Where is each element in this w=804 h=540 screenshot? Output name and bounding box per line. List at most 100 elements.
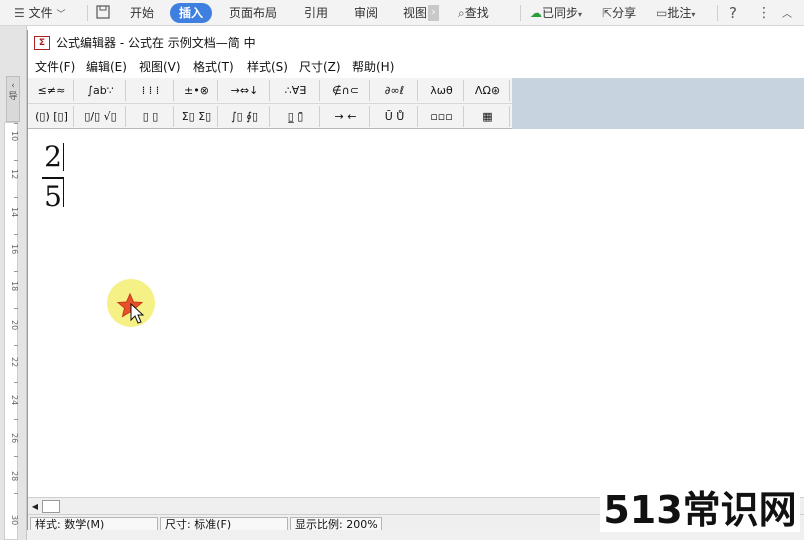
share-icon: ⇱ [602,6,613,20]
help-button[interactable]: ? [729,0,737,26]
ruler-label: 10 [10,131,19,142]
menu-file[interactable]: 文件(F) [35,57,75,77]
collapse-ribbon-button[interactable]: ︿ [782,0,792,26]
comment-icon: ▭ [656,6,668,20]
tab-view[interactable]: 视图 [403,0,427,26]
triangle-left-icon: ◀ [31,502,39,511]
embellishments-button[interactable]: ⁞ ⁞ ⁞ [128,80,174,101]
find-label: 查找 [464,6,489,20]
insertion-caret [63,179,64,207]
fraction-numerator[interactable]: 2 [42,141,64,173]
tab-references[interactable]: 引用 [304,0,328,26]
editor-title: 公式编辑器 - 公式在 示例文档—简 中 [56,36,256,50]
fraction-bar [42,177,64,179]
editor-title-bar: Σ 公式编辑器 - 公式在 示例文档—简 中 [28,30,804,56]
equation-editing-area[interactable]: 2 5 [28,129,804,497]
caret-down-icon: ▾ [578,10,583,19]
set-theory-symbols-button[interactable]: ∉∩⊂ [322,80,370,101]
more-icon: ⋮ [757,5,771,21]
share-label: 分享 [612,6,637,20]
navigation-tab-label: 导 [8,92,18,102]
summation-templates-button[interactable]: Σ▯ Σ▯ [176,106,218,127]
ruler-label: 14 [10,207,19,218]
menu-help[interactable]: 帮助(H) [352,57,394,77]
chevron-right-icon: › [431,7,436,18]
mouse-pointer-icon [130,303,145,324]
vertical-ruler: 10 12 14 16 18 20 22 24 26 28 30 [4,122,19,540]
fraction-radical-templates-button[interactable]: ▯/▯ √▯ [76,106,126,127]
status-style: 样式: 数学(M) [30,517,158,531]
menu-size[interactable]: 尺寸(Z) [299,57,341,77]
help-icon: ? [729,4,737,22]
collapse-icon: ︿ [782,9,792,20]
greek-lowercase-button[interactable]: λωθ [420,80,464,101]
ruler-mark [14,197,18,198]
ruler-mark [14,419,18,420]
ruler-label: 24 [10,395,19,406]
ruler-mark [14,234,18,235]
spacing-templates-button[interactable]: ▫▫▫ [420,106,464,127]
editor-toolbar-area: ≤≠≈ ∫ab∵ ⁞ ⁞ ⁞ ±•⊗ →⇔↓ ∴∀∃ ∉∩⊂ ∂∞ℓ λωθ Λ… [28,78,804,129]
find-button[interactable]: ⌕查找 [458,0,489,26]
misc-symbols-button[interactable]: ∂∞ℓ [372,80,418,101]
scrollbar-thumb[interactable] [42,500,60,513]
navigation-pane-tab[interactable]: ‹ 导 [6,76,20,122]
ruler-label: 16 [10,244,19,255]
menu-edit[interactable]: 编辑(E) [86,57,127,77]
status-zoom: 显示比例: 200% [290,517,382,531]
fraction-denominator[interactable]: 5 [42,181,64,213]
ribbon-scroll-right-button[interactable]: › [428,5,439,21]
sync-status-button[interactable]: ☁已同步▾ [530,0,582,26]
symbol-template-palette: ≤≠≈ ∫ab∵ ⁞ ⁞ ⁞ ±•⊗ →⇔↓ ∴∀∃ ∉∩⊂ ∂∞ℓ λωθ Λ… [28,78,512,129]
editor-logo-glyph: Σ [38,38,46,48]
ruler-mark [14,456,18,457]
chevron-down-icon: ﹀ [56,10,66,20]
status-size: 尺寸: 标准(F) [160,517,288,531]
comment-button[interactable]: ▭批注▾ [656,0,695,26]
relational-symbols-button[interactable]: ≤≠≈ [30,80,74,101]
file-menu-button[interactable]: ☰ 文件 ﹀ [14,0,65,26]
search-icon: ⌕ [458,6,465,20]
tab-insert[interactable]: 插入 [170,3,213,23]
logical-symbols-button[interactable]: ∴∀∃ [272,80,320,101]
menu-style[interactable]: 样式(S) [247,57,288,77]
ribbon-divider [520,5,521,21]
products-set-templates-button[interactable]: Ū Ů [372,106,418,127]
underbar-overbar-templates-button[interactable]: ▯̲ ▯̄ [272,106,320,127]
ruler-mark [14,123,18,124]
subscript-superscript-templates-button[interactable]: ▯ ▯ [128,106,174,127]
symbol-palette-row: ≤≠≈ ∫ab∵ ⁞ ⁞ ⁞ ±•⊗ →⇔↓ ∴∀∃ ∉∩⊂ ∂∞ℓ λωθ Λ… [28,78,512,102]
menu-view[interactable]: 视图(V) [139,57,181,77]
caret-down-icon: ▾ [691,10,696,19]
integral-templates-button[interactable]: ∫▯ ∮▯ [220,106,270,127]
ruler-label: 12 [10,169,19,180]
tab-home[interactable]: 开始 [130,0,154,26]
host-ribbon: ☰ 文件 ﹀ 开始 插入 页面布局 引用 审阅 视图 › ⌕查找 ☁已同步▾ ⇱… [0,0,804,26]
greek-uppercase-button[interactable]: ΛΩ⊛ [466,80,510,101]
ruler-mark [14,271,18,272]
ruler-label: 20 [10,320,19,331]
ruler-mark [14,493,18,494]
watermark: 513常识网 [600,488,800,532]
fence-templates-button[interactable]: (▯) [▯] [30,106,74,127]
save-icon [96,5,110,19]
arrow-symbols-button[interactable]: →⇔↓ [220,80,270,101]
save-button[interactable] [96,0,110,26]
tab-page-layout[interactable]: 页面布局 [229,0,277,26]
ruler-mark [14,308,18,309]
comment-label: 批注 [667,6,692,20]
spaces-ellipses-button[interactable]: ∫ab∵ [76,80,126,101]
tab-review[interactable]: 审阅 [354,0,378,26]
editor-menubar: 文件(F) 编辑(E) 视图(V) 格式(T) 样式(S) 尺寸(Z) 帮助(H… [28,57,804,77]
labeled-arrow-templates-button[interactable]: → ← [322,106,370,127]
equation-editor-window: Σ 公式编辑器 - 公式在 示例文档—简 中 文件(F) 编辑(E) 视图(V)… [27,30,804,540]
ribbon-divider [717,5,718,21]
matrix-templates-button[interactable]: ▦ [466,106,510,127]
menu-format[interactable]: 格式(T) [193,57,234,77]
share-button[interactable]: ⇱分享 [602,0,636,26]
operator-symbols-button[interactable]: ±•⊗ [176,80,218,101]
ruler-label: 28 [10,471,19,482]
more-button[interactable]: ⋮ [757,0,771,26]
collapse-arrow-icon: ‹ [11,81,15,91]
scroll-left-button[interactable]: ◀ [29,500,41,513]
